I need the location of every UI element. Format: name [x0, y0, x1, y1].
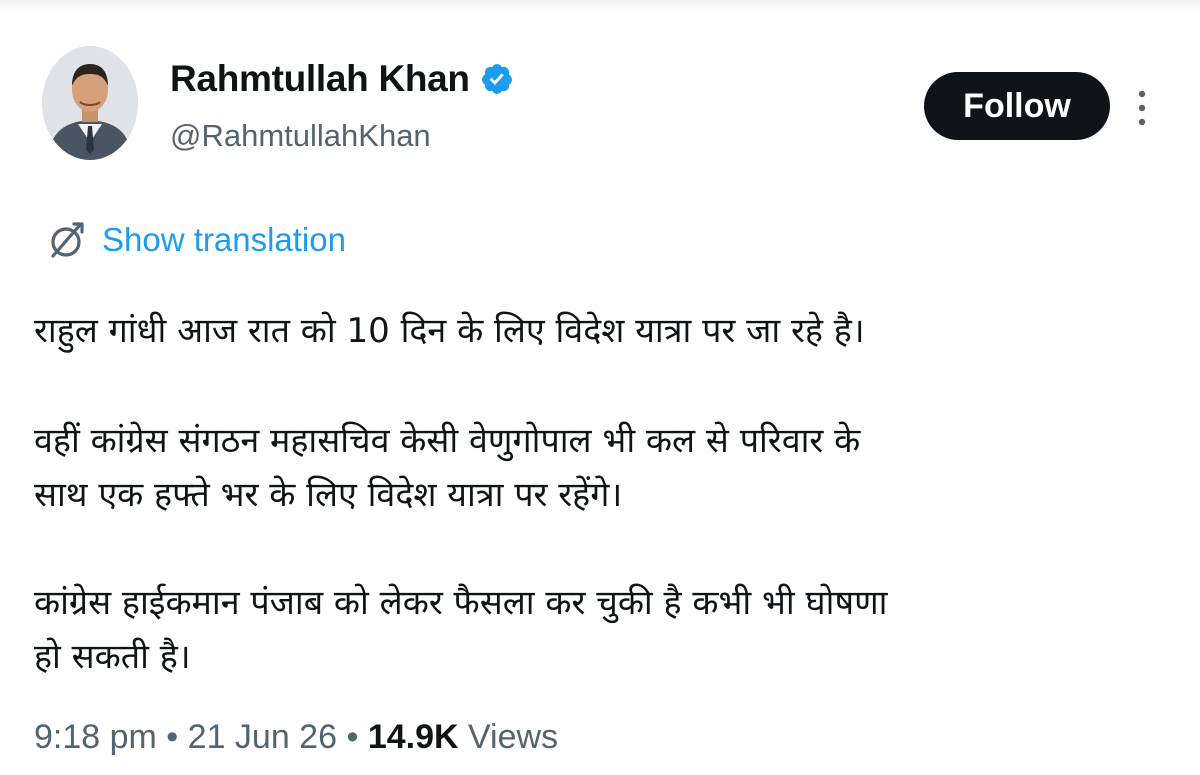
- meta-separator: •: [156, 718, 188, 756]
- top-divider: [0, 0, 1200, 14]
- tweet-time[interactable]: 9:18 pm: [34, 718, 157, 756]
- show-translation-label[interactable]: Show translation: [102, 221, 346, 259]
- tweet-meta: 9:18 pm • 21 Jun 26 • 14.9K Views: [34, 718, 558, 757]
- views-label: Views: [458, 718, 559, 756]
- tweet-date[interactable]: 21 Jun 26: [188, 718, 337, 756]
- show-translation-link[interactable]: Show translation: [44, 218, 346, 262]
- verified-badge-icon: [481, 64, 512, 94]
- author-handle[interactable]: @RahmtullahKhan: [170, 118, 431, 154]
- more-vertical-icon[interactable]: [1128, 88, 1156, 128]
- views-link[interactable]: 14.9K Views: [368, 718, 558, 756]
- translate-globe-icon: [51, 222, 84, 258]
- meta-separator: •: [337, 718, 368, 756]
- views-count: 14.9K: [367, 718, 459, 756]
- tweet-text-line: वहीं कांग्रेस संगठन महासचिव केसी वेणुगोप…: [34, 421, 861, 461]
- follow-button[interactable]: Follow: [924, 72, 1110, 140]
- tweet-text-line: कांग्रेस हाईकमान पंजाब को लेकर फैसला कर …: [34, 583, 888, 623]
- author-display-name[interactable]: Rahmtullah Khan: [170, 58, 470, 100]
- tweet-text-line: साथ एक हफ्ते भर के लिए विदेश यात्रा पर र…: [34, 475, 623, 515]
- tweet-text-line: राहुल गांधी आज रात को 10 दिन के लिए विदे…: [34, 311, 865, 351]
- author-name-row[interactable]: Rahmtullah Khan: [170, 58, 514, 100]
- avatar[interactable]: [42, 46, 138, 160]
- tweet-text-line: हो सकती है।: [34, 637, 191, 677]
